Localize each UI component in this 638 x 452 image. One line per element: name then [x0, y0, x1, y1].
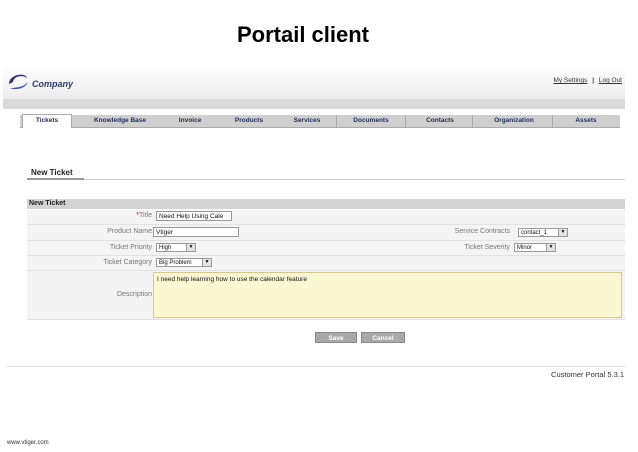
product-name-label: Product Name	[107, 228, 152, 235]
title-label: *Title	[60, 212, 152, 219]
chevron-down-icon: ▼	[546, 244, 555, 251]
tab-knowledge-base[interactable]: Knowledge Base	[80, 115, 160, 127]
ticket-severity-value: Minor	[517, 245, 533, 251]
description-textarea[interactable]: I need help learning how to use the cale…	[153, 272, 622, 318]
tab-tickets[interactable]: Tickets	[22, 114, 72, 128]
portal-header	[3, 65, 625, 99]
ticket-category-label: Ticket Category	[103, 259, 152, 266]
service-contracts-select[interactable]: contact_1 ▼	[518, 228, 568, 237]
product-name-input[interactable]: Vtiger	[153, 227, 239, 237]
header-links: My Settings | Log Out	[553, 77, 622, 84]
description-label: Description	[116, 291, 152, 298]
website-url: www.vtiger.com	[7, 440, 49, 446]
my-settings-link[interactable]: My Settings	[553, 77, 587, 84]
header-strip	[3, 99, 625, 109]
ticket-priority-label: Ticket Priority	[109, 244, 152, 251]
slide-title: Portail client	[236, 22, 370, 47]
tab-contacts[interactable]: Contacts	[408, 115, 473, 127]
page-title: New Ticket	[31, 168, 73, 177]
form-section-label: New Ticket	[29, 200, 66, 207]
header-link-separator: |	[592, 77, 595, 84]
heading-divider	[27, 179, 625, 180]
company-logo-text: Company	[32, 79, 74, 89]
chevron-down-icon: ▼	[558, 229, 567, 236]
title-input[interactable]: Need Help Using Cale	[156, 211, 232, 221]
form-section-header	[27, 199, 625, 209]
chevron-down-icon: ▼	[186, 244, 195, 251]
service-contracts-value: contact_1	[521, 230, 548, 236]
footer-version: Customer Portal 5.3.1	[551, 370, 624, 379]
ticket-severity-label: Ticket Severity	[464, 244, 510, 251]
ticket-category-select[interactable]: Big Problem ▼	[156, 258, 212, 267]
title-label-text: Title	[139, 212, 152, 219]
save-button[interactable]: Save	[315, 332, 357, 343]
tab-services[interactable]: Services	[282, 115, 332, 127]
main-tab-bar: Tickets Knowledge Base Invoice Products …	[20, 114, 620, 128]
cancel-button[interactable]: Cancel	[361, 332, 405, 343]
company-logo-icon	[9, 74, 28, 90]
tab-documents[interactable]: Documents	[336, 115, 406, 127]
heading-underline	[27, 178, 84, 180]
ticket-category-value: Big Problem	[159, 260, 192, 266]
logout-link[interactable]: Log Out	[599, 77, 622, 84]
tab-organization[interactable]: Organization	[476, 115, 553, 127]
service-contracts-label: Service Contracts	[454, 228, 510, 235]
footer-divider	[6, 366, 626, 367]
ticket-severity-select[interactable]: Minor ▼	[514, 243, 556, 252]
chevron-down-icon: ▼	[202, 259, 211, 266]
ticket-priority-select[interactable]: High ▼	[156, 243, 196, 252]
tab-invoice[interactable]: Invoice	[165, 115, 215, 127]
ticket-priority-value: High	[159, 245, 172, 251]
tab-products[interactable]: Products	[220, 115, 278, 127]
tab-assets[interactable]: Assets	[556, 115, 616, 127]
